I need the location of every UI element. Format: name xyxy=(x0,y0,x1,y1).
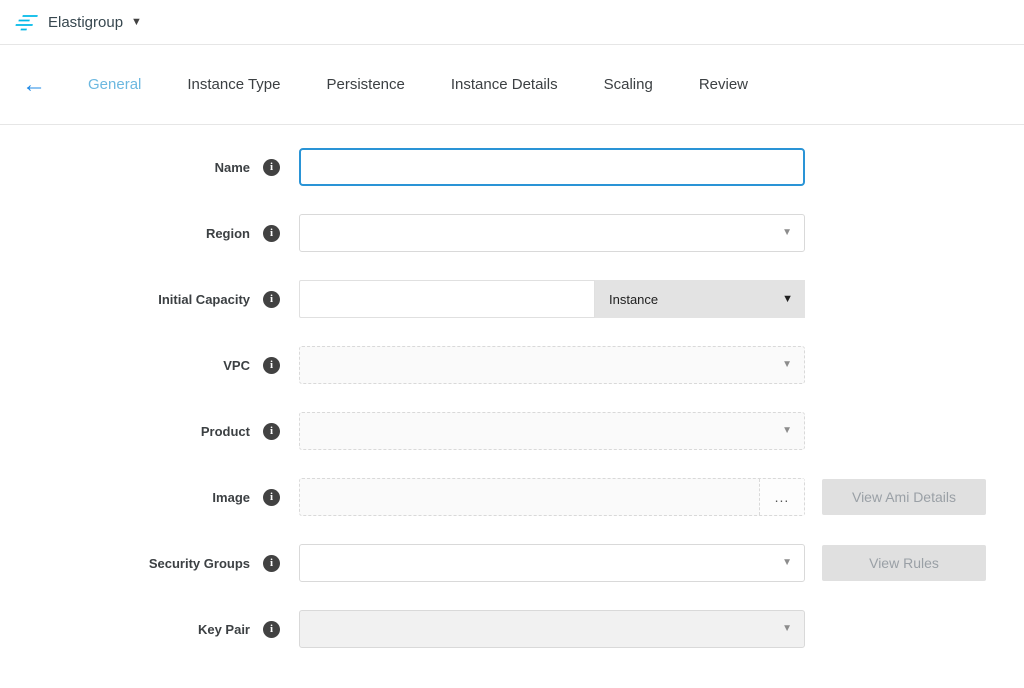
image-browse-button[interactable]: ... xyxy=(759,479,804,515)
form-row-region: Region i ▼ xyxy=(0,214,1024,252)
key-pair-info-icon[interactable]: i xyxy=(263,621,280,638)
name-input[interactable] xyxy=(299,148,805,186)
view-ami-details-button[interactable]: View Ami Details xyxy=(822,479,986,515)
form-row-name: Name i xyxy=(0,148,1024,186)
tab-scaling[interactable]: Scaling xyxy=(604,76,653,93)
tab-review[interactable]: Review xyxy=(699,76,748,93)
chevron-down-icon: ▼ xyxy=(782,558,792,568)
vpc-info-icon[interactable]: i xyxy=(263,357,280,374)
chevron-down-icon: ▼ xyxy=(782,360,792,370)
topbar: Elastigroup ▼ xyxy=(0,0,1024,45)
capacity-unit-select[interactable]: Instance ▼ xyxy=(595,280,805,318)
chevron-down-icon: ▼ xyxy=(782,426,792,436)
chevron-down-icon: ▼ xyxy=(782,228,792,238)
tab-general[interactable]: General xyxy=(88,76,141,93)
general-settings-form: Name i Region i ▼ Initial Capacity i Ins… xyxy=(0,125,1024,648)
region-label: Region xyxy=(0,226,250,241)
wizard-tabs: General Instance Type Persistence Instan… xyxy=(88,76,794,93)
capacity-unit-value: Instance xyxy=(609,292,658,307)
form-row-key-pair: Key Pair i ▼ xyxy=(0,610,1024,648)
elastigroup-logo-icon xyxy=(14,14,38,31)
form-row-security-groups: Security Groups i ▼ View Rules xyxy=(0,544,1024,582)
image-field: ... xyxy=(299,478,805,516)
form-row-vpc: VPC i ▼ xyxy=(0,346,1024,384)
image-label: Image xyxy=(0,490,250,505)
chevron-down-icon: ▼ xyxy=(782,624,792,634)
initial-capacity-info-icon[interactable]: i xyxy=(263,291,280,308)
form-row-image: Image i ... View Ami Details xyxy=(0,478,1024,516)
form-row-initial-capacity: Initial Capacity i Instance ▼ xyxy=(0,280,1024,318)
chevron-down-icon: ▼ xyxy=(782,294,793,305)
product-label: Product xyxy=(0,424,250,439)
key-pair-select[interactable]: ▼ xyxy=(299,610,805,648)
product-select: ▼ xyxy=(299,412,805,450)
security-groups-select[interactable]: ▼ xyxy=(299,544,805,582)
app-switcher-label[interactable]: Elastigroup xyxy=(48,14,123,31)
tab-instance-type[interactable]: Instance Type xyxy=(187,76,280,93)
key-pair-label: Key Pair xyxy=(0,622,250,637)
image-value xyxy=(300,479,759,515)
tab-persistence[interactable]: Persistence xyxy=(327,76,405,93)
back-arrow-icon[interactable]: ← xyxy=(22,73,46,97)
region-info-icon[interactable]: i xyxy=(263,225,280,242)
initial-capacity-input[interactable] xyxy=(299,280,595,318)
product-info-icon[interactable]: i xyxy=(263,423,280,440)
vpc-select: ▼ xyxy=(299,346,805,384)
name-info-icon[interactable]: i xyxy=(263,159,280,176)
region-select[interactable]: ▼ xyxy=(299,214,805,252)
tab-instance-details[interactable]: Instance Details xyxy=(451,76,558,93)
security-groups-info-icon[interactable]: i xyxy=(263,555,280,572)
security-groups-label: Security Groups xyxy=(0,556,250,571)
wizard-tabbar: ← General Instance Type Persistence Inst… xyxy=(0,45,1024,125)
name-label: Name xyxy=(0,160,250,175)
initial-capacity-label: Initial Capacity xyxy=(0,292,250,307)
form-row-product: Product i ▼ xyxy=(0,412,1024,450)
vpc-label: VPC xyxy=(0,358,250,373)
image-info-icon[interactable]: i xyxy=(263,489,280,506)
app-switcher-caret-icon[interactable]: ▼ xyxy=(131,17,142,28)
view-rules-button[interactable]: View Rules xyxy=(822,545,986,581)
